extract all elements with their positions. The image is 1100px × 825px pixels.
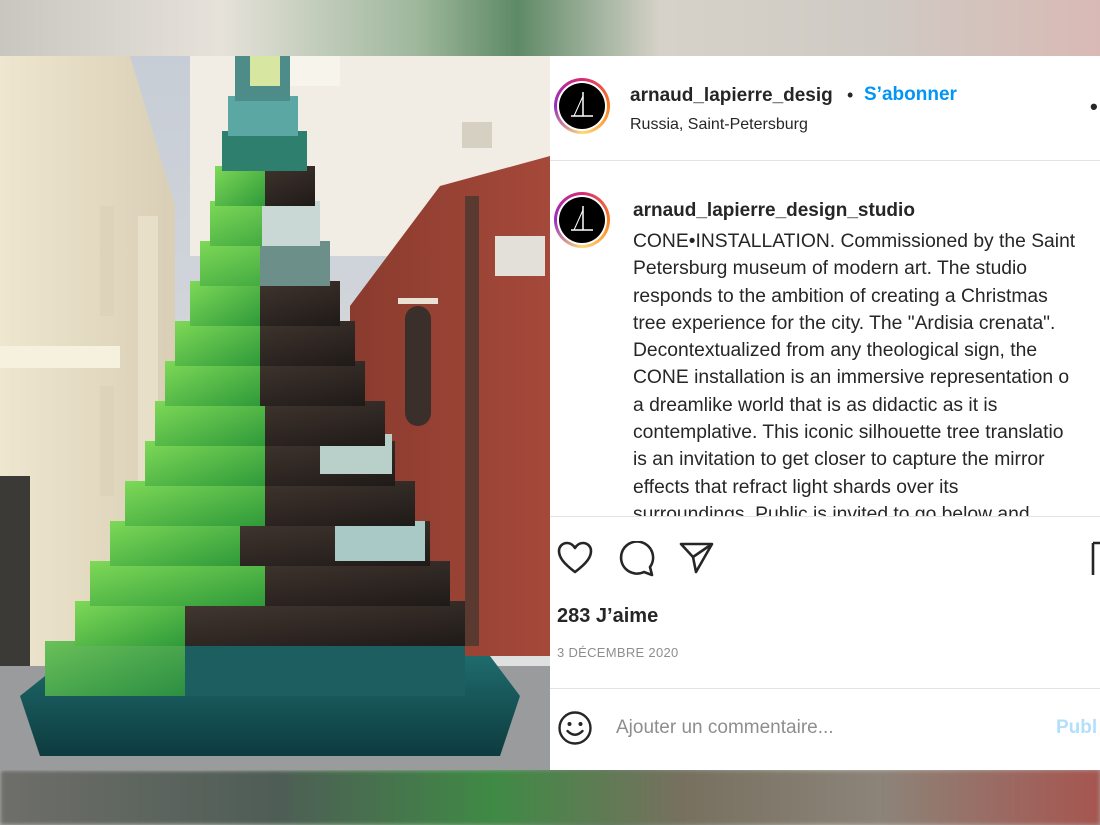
caption-line: contemplative. This iconic silhouette tr…: [633, 422, 1064, 444]
caption-line: CONE installation is an immersive repres…: [633, 367, 1070, 389]
caption-line: tree experience for the city. The "Ardis…: [633, 312, 1056, 334]
heart-icon[interactable]: [557, 541, 593, 580]
caption-line: a dreamlike world that is as didactic as…: [633, 394, 998, 416]
caption-line: CONE•INSTALLATION. Commissioned by the S…: [633, 231, 1076, 252]
send-icon[interactable]: [679, 541, 715, 580]
studio-logo-icon: [571, 206, 593, 231]
comment-icon[interactable]: [619, 540, 655, 582]
studio-logo-icon: [571, 92, 593, 117]
blurred-backdrop-bottom: [0, 770, 1100, 825]
emoji-icon[interactable]: [557, 710, 593, 751]
comment-input[interactable]: [616, 713, 996, 743]
caption-line: Petersburg museum of modern art. The stu…: [633, 258, 1028, 280]
caption-line: surroundings. Public is invited to go be…: [633, 503, 1030, 516]
post-header: arnaud_lapierre_desig • S’abonner Russia…: [550, 56, 1100, 161]
caption-line: effects that refract light shards over i…: [633, 476, 959, 498]
bookmark-icon[interactable]: [1090, 541, 1100, 582]
post-author-username[interactable]: arnaud_lapierre_desig: [630, 85, 833, 107]
post-photo[interactable]: [0, 56, 550, 770]
actions-section: 283 J’aime 3 DÉCEMBRE 2020 Publ: [550, 516, 1100, 767]
caption-line: responds to the ambition of creating a C…: [633, 285, 1048, 307]
caption-username[interactable]: arnaud_lapierre_design_studio: [633, 200, 915, 222]
caption-line: is an invitation to get closer to captur…: [633, 449, 1045, 471]
post-details-panel: arnaud_lapierre_desig • S’abonner Russia…: [550, 56, 1100, 770]
caption-avatar[interactable]: [554, 192, 610, 248]
caption-line: Decontextualized from any theological si…: [633, 340, 1038, 362]
comment-bar: Publ: [550, 688, 1100, 770]
likes-count[interactable]: 283 J’aime: [557, 605, 658, 628]
caption-section: arnaud_lapierre_design_studio CONE•INSTA…: [550, 160, 1100, 516]
separator-dot: •: [847, 85, 854, 105]
blurred-backdrop-top: [0, 0, 1100, 56]
follow-button[interactable]: S’abonner: [864, 84, 957, 106]
cone-installation-image: [0, 56, 550, 770]
post-date[interactable]: 3 DÉCEMBRE 2020: [557, 645, 679, 660]
publish-button[interactable]: Publ: [1056, 717, 1097, 739]
caption-text: CONE•INSTALLATION. Commissioned by the S…: [633, 228, 1100, 516]
avatar[interactable]: [554, 78, 610, 134]
post-location[interactable]: Russia, Saint-Petersburg: [630, 116, 808, 134]
more-icon[interactable]: •: [1090, 94, 1098, 120]
